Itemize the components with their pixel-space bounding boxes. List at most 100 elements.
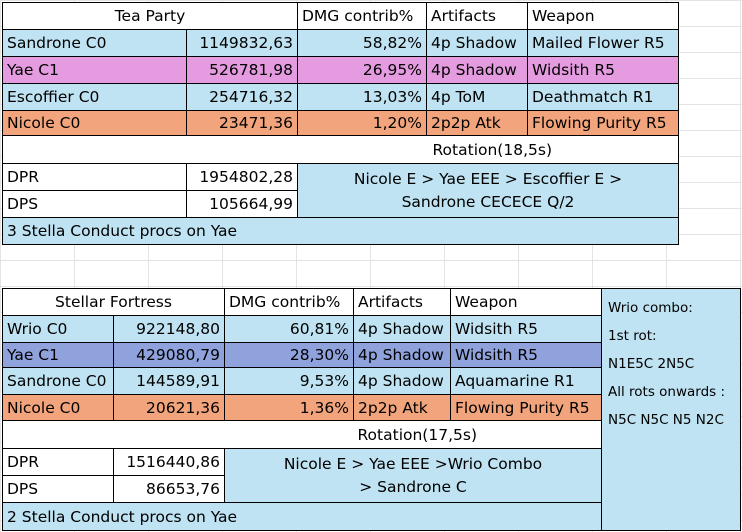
table-row-weapon[interactable]: Widsith R5 <box>450 342 602 368</box>
weapon-name: Widsith R5 <box>455 346 538 364</box>
rotation-label: Rotation(18,5s) <box>432 140 552 159</box>
header-label: DMG contrib% <box>229 293 341 311</box>
team1-dps-value-cell[interactable]: 105664,99 <box>186 190 298 218</box>
dps-label: DPS <box>7 480 39 498</box>
team2-dps-value-cell[interactable]: 86653,76 <box>113 475 225 503</box>
team1-dpr-label-cell[interactable]: DPR <box>2 163 187 191</box>
team1-rotation[interactable]: Rotation(18,5s) <box>2 135 679 164</box>
character-name: Sandrone C0 <box>7 372 107 390</box>
character-name: Yae C1 <box>7 61 59 79</box>
table-row-name[interactable]: Nicole C0 <box>2 110 187 136</box>
team2-rotation[interactable]: Rotation(17,5s) <box>2 420 602 449</box>
table-row-weapon[interactable]: Flowing Purity R5 <box>450 394 602 421</box>
dpr-label: DPR <box>7 168 40 186</box>
table-row-weapon[interactable]: Widsith R5 <box>450 315 602 343</box>
note-line: All rots onwards : <box>608 384 726 400</box>
table-row-pct[interactable]: 13,03% <box>297 83 427 111</box>
dps-label: DPS <box>7 195 39 213</box>
table-row-artifacts[interactable]: 2p2p Atk <box>426 110 528 136</box>
dmg-percent: 26,95% <box>362 61 422 79</box>
table-row-dmg[interactable]: 526781,98 <box>186 56 298 84</box>
table-row-dmg[interactable]: 1149832,63 <box>186 29 298 57</box>
table-row-dmg[interactable]: 23471,36 <box>186 110 298 136</box>
table-row-weapon[interactable]: Mailed Flower R5 <box>527 29 679 57</box>
team2-title-cell[interactable]: Stellar Fortress <box>2 288 225 316</box>
team1-weapon-header[interactable]: Weapon <box>527 2 679 30</box>
team1-note[interactable]: 3 Stella Conduct procs on Yae <box>2 217 679 245</box>
team2-dps-label-cell[interactable]: DPS <box>2 475 114 503</box>
dmg-value: 429080,79 <box>136 346 220 364</box>
table-row-name[interactable]: Escoffier C0 <box>2 83 187 111</box>
table-row-artifacts[interactable]: 4p ToM <box>426 83 528 111</box>
table-row-pct[interactable]: 28,30% <box>224 342 354 368</box>
table-row-pct[interactable]: 60,81% <box>224 315 354 343</box>
table-row-dmg[interactable]: 254716,32 <box>186 83 298 111</box>
team1-artifacts-header[interactable]: Artifacts <box>426 2 528 30</box>
dmg-percent: 58,82% <box>362 34 422 52</box>
table-row-pct[interactable]: 26,95% <box>297 56 427 84</box>
table-row-weapon[interactable]: Aquamarine R1 <box>450 367 602 395</box>
artifact-set: 4p Shadow <box>358 320 444 338</box>
artifact-set: 4p Shadow <box>358 346 444 364</box>
table-row-name[interactable]: Nicole C0 <box>2 394 114 421</box>
table-row-dmg[interactable]: 144589,91 <box>113 367 225 395</box>
team1-dps-label-cell[interactable]: DPS <box>2 190 187 218</box>
weapon-name: Mailed Flower R5 <box>532 34 665 52</box>
character-name: Nicole C0 <box>7 114 81 132</box>
note-line: 1st rot: <box>608 328 657 344</box>
team2-dpr-value-cell[interactable]: 1516440,86 <box>113 448 225 476</box>
table-row-weapon[interactable]: Widsith R5 <box>527 56 679 84</box>
character-name: Yae C1 <box>7 346 59 364</box>
combo-line: Nicole E > Yae EEE >Wrio Combo <box>283 455 543 474</box>
wrio-combo-notes[interactable]: Wrio combo: 1st rot: N1E5C 2N5C All rots… <box>601 288 741 531</box>
table-row-artifacts[interactable]: 4p Shadow <box>426 56 528 84</box>
table-row-weapon[interactable]: Deathmatch R1 <box>527 83 679 111</box>
character-name: Sandrone C0 <box>7 34 107 52</box>
combo-line: > Sandrone C <box>359 477 467 496</box>
dpr-label: DPR <box>7 453 40 471</box>
table-row-pct[interactable]: 9,53% <box>224 367 354 395</box>
table-row-name[interactable]: Yae C1 <box>2 56 187 84</box>
table-row-name[interactable]: Sandrone C0 <box>2 29 187 57</box>
table-row-pct[interactable]: 58,82% <box>297 29 427 57</box>
dmg-value: 20621,36 <box>146 398 220 417</box>
combo-line: Sandrone CECECE Q/2 <box>401 192 575 211</box>
team2-dpr-label-cell[interactable]: DPR <box>2 448 114 476</box>
team1-combo-cell[interactable]: Nicole E > Yae EEE > Escoffier E > Sandr… <box>297 163 679 218</box>
dpr-value: 1954802,28 <box>199 168 293 186</box>
team2-combo-cell[interactable]: Nicole E > Yae EEE >Wrio Combo > Sandron… <box>224 448 602 503</box>
dmg-value: 922148,80 <box>136 320 220 338</box>
table-row-weapon[interactable]: Flowing Purity R5 <box>527 110 679 136</box>
table-row-artifacts[interactable]: 4p Shadow <box>426 29 528 57</box>
header-label: Weapon <box>455 293 518 311</box>
team1-title-cell[interactable]: Tea Party <box>2 2 298 30</box>
artifact-set: 2p2p Atk <box>358 398 428 417</box>
dmg-value: 1149832,63 <box>199 34 293 52</box>
table-row-artifacts[interactable]: 4p Shadow <box>353 342 451 368</box>
dps-value: 105664,99 <box>209 195 293 213</box>
table-row-artifacts[interactable]: 2p2p Atk <box>353 394 451 421</box>
artifact-set: 4p ToM <box>431 88 486 106</box>
table-row-name[interactable]: Wrio C0 <box>2 315 114 343</box>
table-row-pct[interactable]: 1,36% <box>224 394 354 421</box>
team2-dmg-header[interactable]: DMG contrib% <box>224 288 354 316</box>
table-row-artifacts[interactable]: 4p Shadow <box>353 315 451 343</box>
dmg-value: 254716,32 <box>209 88 293 106</box>
table-row-pct[interactable]: 1,20% <box>297 110 427 136</box>
team2-weapon-header[interactable]: Weapon <box>450 288 602 316</box>
table-row-dmg[interactable]: 20621,36 <box>113 394 225 421</box>
table-row-dmg[interactable]: 429080,79 <box>113 342 225 368</box>
team2-note[interactable]: 2 Stella Conduct procs on Yae <box>2 502 602 531</box>
team2-artifacts-header[interactable]: Artifacts <box>353 288 451 316</box>
team1-dmg-header[interactable]: DMG contrib% <box>297 2 427 30</box>
table-row-dmg[interactable]: 922148,80 <box>113 315 225 343</box>
dmg-percent: 13,03% <box>362 88 422 106</box>
table-row-name[interactable]: Yae C1 <box>2 342 114 368</box>
note-text: 2 Stella Conduct procs on Yae <box>7 507 238 526</box>
weapon-name: Flowing Purity R5 <box>532 114 667 132</box>
table-row-artifacts[interactable]: 4p Shadow <box>353 367 451 395</box>
rotation-label: Rotation(17,5s) <box>357 425 477 444</box>
character-name: Wrio C0 <box>7 320 68 338</box>
team1-dpr-value-cell[interactable]: 1954802,28 <box>186 163 298 191</box>
table-row-name[interactable]: Sandrone C0 <box>2 367 114 395</box>
